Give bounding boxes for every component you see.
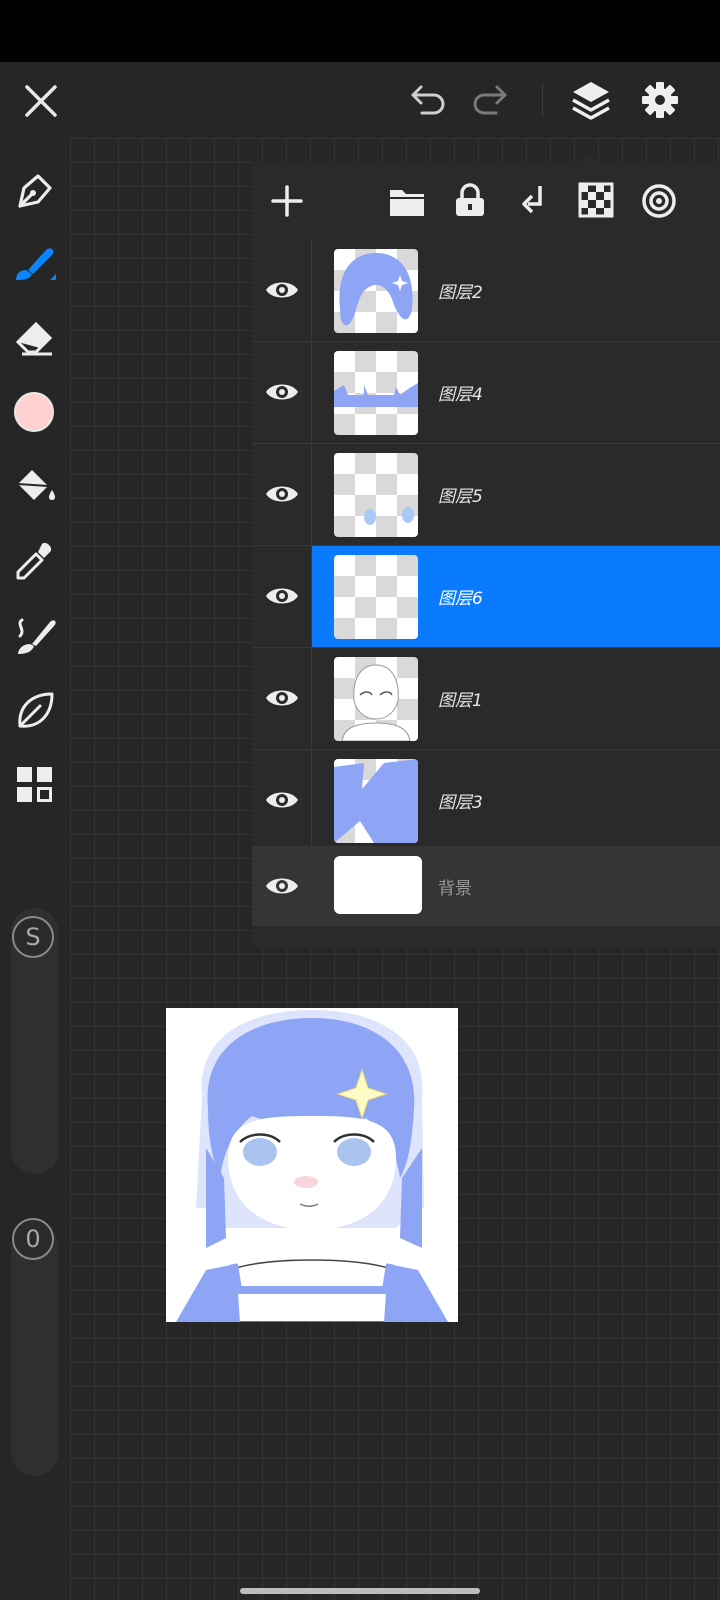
layer-name: 图层1: [438, 691, 483, 711]
layers-icon[interactable]: [570, 78, 612, 122]
layer-thumbnail: [334, 555, 418, 639]
color-swatch[interactable]: [14, 392, 54, 432]
artwork-canvas[interactable]: [166, 1008, 458, 1322]
eye-icon: [266, 690, 298, 706]
layer-name: 图层4: [438, 385, 483, 405]
layer-thumbnail: [334, 249, 418, 333]
layer-thumbnail: [334, 453, 418, 537]
top-bar: [0, 62, 720, 138]
top-bar-divider: [542, 84, 543, 116]
visibility-toggle[interactable]: [252, 648, 312, 749]
folder-icon[interactable]: [388, 184, 426, 218]
eraser-tool-icon[interactable]: [14, 318, 56, 358]
layer-row[interactable]: 图层2: [252, 240, 720, 342]
layer-name: 图层2: [438, 283, 483, 303]
status-bar: [0, 0, 720, 62]
layer-name: 图层6: [438, 589, 483, 609]
layer-row-selected[interactable]: 图层6: [252, 546, 720, 648]
left-toolbar: S 0: [0, 138, 70, 1600]
eye-icon: [266, 792, 298, 808]
pen-tool-icon[interactable]: [14, 170, 56, 212]
layer-name: 图层5: [438, 487, 483, 507]
eye-icon: [266, 486, 298, 502]
brush-tool-icon[interactable]: [12, 244, 58, 286]
visibility-toggle[interactable]: [252, 342, 312, 443]
layer-row[interactable]: 图层5: [252, 444, 720, 546]
undo-icon[interactable]: [408, 82, 448, 118]
layer-thumbnail: [334, 657, 418, 741]
eye-icon: [266, 384, 298, 400]
background-layer-name: 背景: [438, 878, 472, 899]
layer-panel-toolbar: [252, 162, 720, 244]
background-color-swatch[interactable]: [334, 856, 422, 914]
layer-row[interactable]: 图层3: [252, 750, 720, 852]
close-icon[interactable]: [22, 82, 60, 120]
layer-row[interactable]: 图层1: [252, 648, 720, 750]
settings-icon[interactable]: [640, 80, 680, 120]
brush-opacity-slider[interactable]: [11, 1224, 59, 1476]
visibility-toggle[interactable]: [252, 240, 312, 341]
leaf-icon[interactable]: [14, 690, 56, 732]
brush-size-knob[interactable]: S: [12, 916, 54, 958]
layer-name: 图层3: [438, 793, 483, 813]
layer-thumbnail: [334, 759, 418, 843]
visibility-toggle[interactable]: [252, 750, 312, 851]
visibility-toggle[interactable]: [252, 444, 312, 545]
eyedropper-icon[interactable]: [14, 540, 56, 582]
spiral-icon[interactable]: [640, 182, 678, 220]
visibility-toggle[interactable]: [252, 546, 312, 647]
layer-thumbnail: [334, 351, 418, 435]
add-layer-icon[interactable]: [270, 184, 304, 218]
home-indicator: [240, 1588, 480, 1594]
artwork-illustration: [176, 1010, 448, 1322]
smudge-brush-icon[interactable]: [12, 614, 58, 658]
background-layer-row[interactable]: 背景: [252, 846, 720, 926]
fill-bucket-icon[interactable]: [12, 466, 58, 508]
checker-icon[interactable]: [578, 182, 614, 218]
eye-icon: [266, 588, 298, 604]
merge-down-icon[interactable]: [516, 182, 550, 218]
grid-apps-icon[interactable]: [16, 766, 54, 804]
layer-row[interactable]: 图层4: [252, 342, 720, 444]
layer-panel-pointer: [578, 152, 598, 162]
layer-panel: 图层2 图层4 图层5 图层6 图层1 图层3 背景: [252, 152, 720, 948]
brush-opacity-knob[interactable]: 0: [12, 1218, 54, 1260]
eye-icon[interactable]: [264, 874, 300, 898]
eye-icon: [266, 282, 298, 298]
lock-icon[interactable]: [452, 182, 488, 218]
redo-icon[interactable]: [470, 82, 510, 118]
